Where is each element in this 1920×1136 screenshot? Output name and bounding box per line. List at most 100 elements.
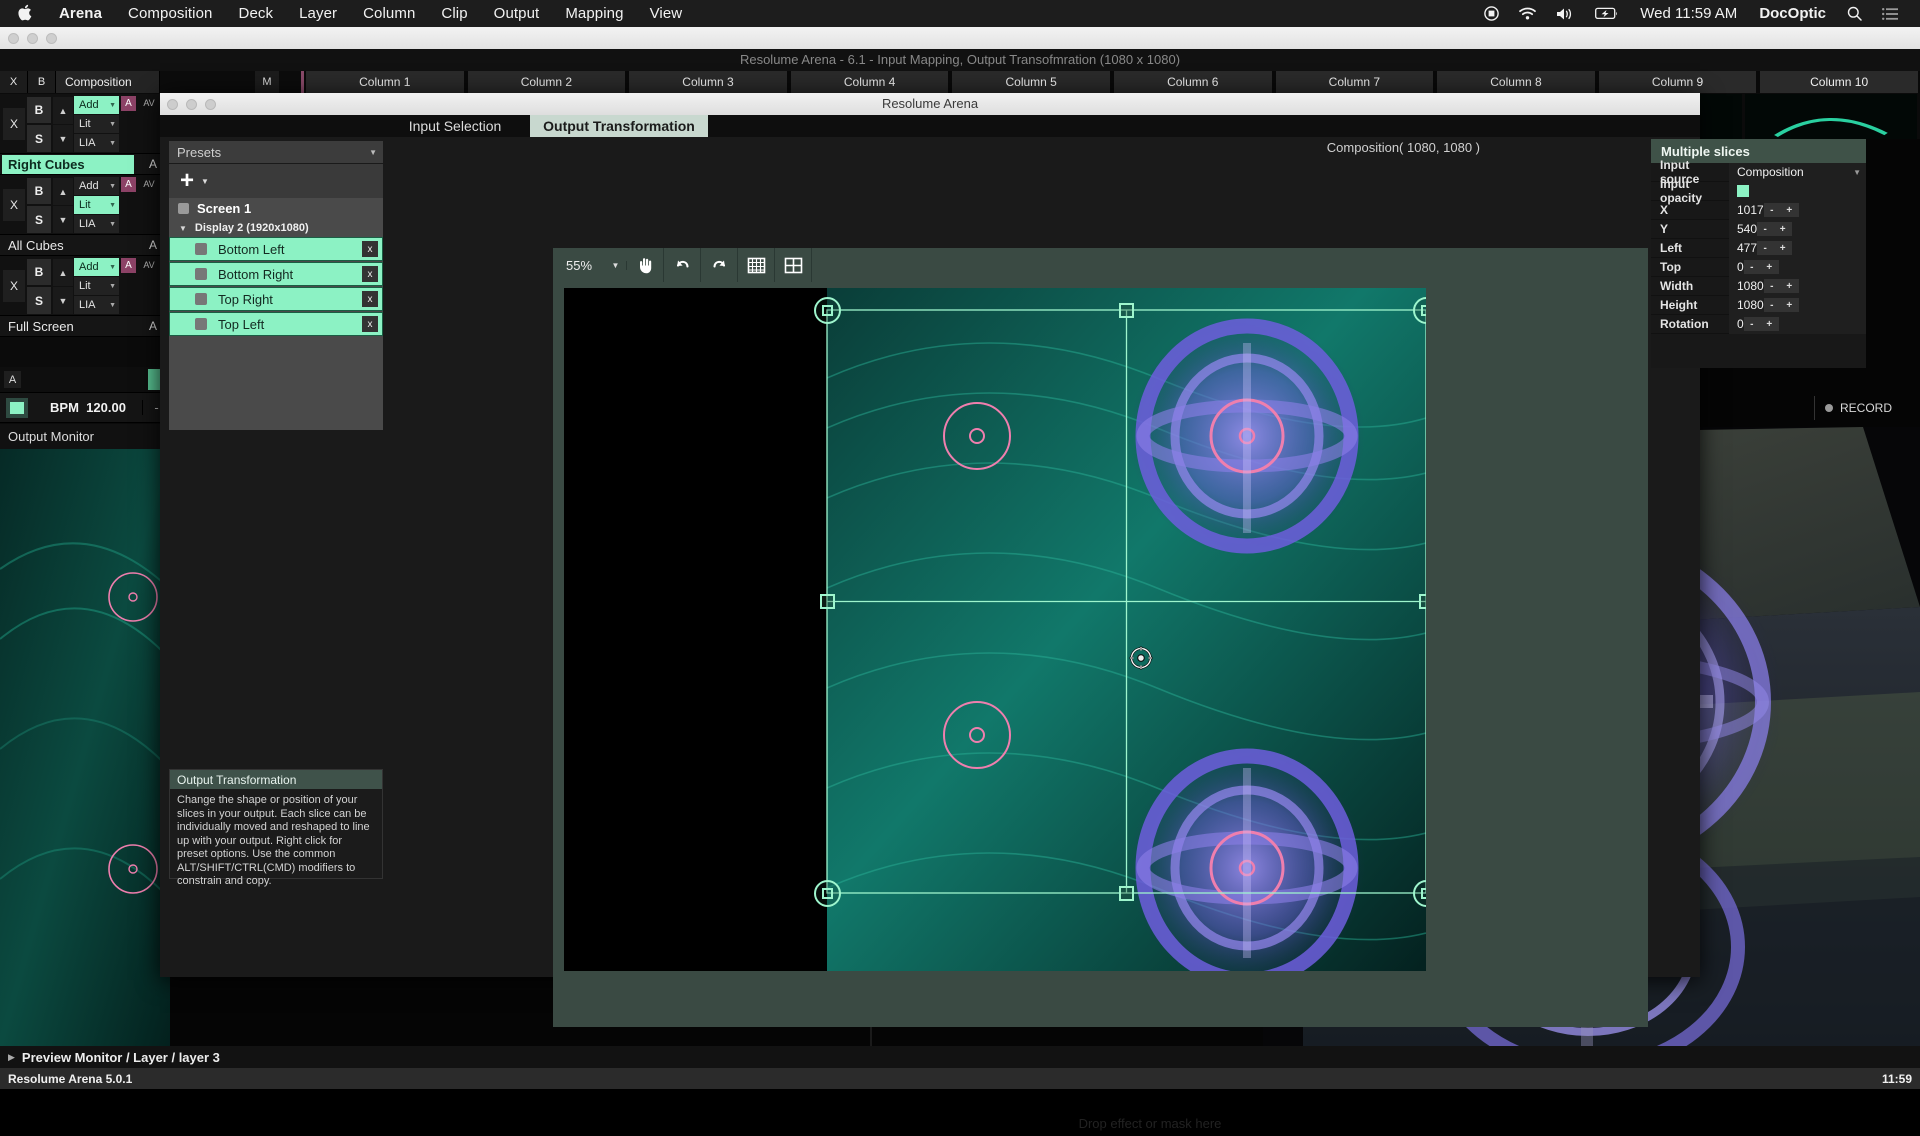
blend-mode-add[interactable]: Add ▼ <box>74 177 119 195</box>
hand-icon[interactable] <box>627 248 664 282</box>
slice-close-button[interactable]: x <box>362 241 378 257</box>
opacity-swatch[interactable] <box>1737 185 1749 197</box>
comp-x-button[interactable]: X <box>0 71 28 93</box>
layer-x-button[interactable]: X <box>3 189 25 221</box>
master-a-button[interactable]: A <box>4 371 21 388</box>
slice-corner-handle-bottom-left[interactable] <box>814 880 841 907</box>
menu-column[interactable]: Column <box>350 5 428 22</box>
maximize-icon[interactable] <box>46 33 57 44</box>
input-source-dropdown[interactable]: Composition ▼ <box>1729 162 1866 182</box>
rotation-value-field[interactable]: 0 - + <box>1729 314 1866 334</box>
y-value-field[interactable]: 540 - + <box>1729 219 1866 239</box>
presets-dropdown[interactable]: Presets ▼ <box>169 141 383 163</box>
blend-mode-lit[interactable]: Lit ▼ <box>74 277 119 295</box>
search-icon[interactable] <box>1837 6 1872 21</box>
x-stepper[interactable]: - + <box>1763 203 1799 217</box>
output-monitor-preview[interactable] <box>0 449 170 1046</box>
record-button[interactable]: RECORD <box>1814 396 1910 420</box>
slice-close-button[interactable]: x <box>362 316 378 332</box>
layer-bypass-button[interactable]: B <box>27 178 51 205</box>
top-stepper[interactable]: - + <box>1743 260 1779 274</box>
layer-av-button[interactable]: AV <box>138 177 160 190</box>
layer-solo-button[interactable]: S <box>27 125 51 152</box>
stepper-plus[interactable]: + <box>1786 300 1792 311</box>
layer-up-icon[interactable]: ▲ <box>53 97 73 124</box>
slice-edge-handle-top[interactable] <box>1119 303 1134 318</box>
blend-mode-lia[interactable]: LIA ▼ <box>74 215 119 233</box>
x-value-field[interactable]: 1017 - + <box>1729 200 1866 220</box>
stepper-minus[interactable]: - <box>1770 281 1773 292</box>
chevron-down-icon[interactable]: ▼ <box>201 177 209 186</box>
column-button-5[interactable]: Column 5 <box>952 71 1110 93</box>
blend-mode-add[interactable]: Add ▼ <box>74 258 119 276</box>
width-value-field[interactable]: 1080 - + <box>1729 276 1866 296</box>
height-stepper[interactable]: - + <box>1763 298 1799 312</box>
menu-arena[interactable]: Arena <box>46 5 115 22</box>
expand-triangle-icon[interactable]: ▶ <box>8 1052 15 1063</box>
layer-up-icon[interactable]: ▲ <box>53 178 73 205</box>
tab-input-selection[interactable]: Input Selection <box>388 115 522 137</box>
slice-item-bottom-right[interactable]: Bottom Right x <box>169 262 383 286</box>
blend-mode-lia[interactable]: LIA ▼ <box>74 296 119 314</box>
slice-close-button[interactable]: x <box>362 291 378 307</box>
slice-edge-handle-bottom[interactable] <box>1119 886 1134 901</box>
menu-layer[interactable]: Layer <box>286 5 350 22</box>
column-button-4[interactable]: Column 4 <box>790 71 949 93</box>
menu-deck[interactable]: Deck <box>226 5 287 22</box>
undo-icon[interactable] <box>664 248 701 282</box>
column-button-7[interactable]: Column 7 <box>1275 71 1434 93</box>
composition-label[interactable]: Composition <box>56 71 160 93</box>
layer-down-icon[interactable]: ▼ <box>53 206 73 233</box>
layer-a-button[interactable]: A <box>121 177 136 192</box>
preview-monitor-bar[interactable]: ▶ Preview Monitor / Layer / layer 3 <box>0 1046 1920 1068</box>
slice-toggle-icon[interactable] <box>195 243 207 255</box>
column-button-10[interactable]: Column 10 <box>1760 71 1918 93</box>
minimize-icon[interactable] <box>27 33 38 44</box>
volume-icon[interactable] <box>1546 7 1585 21</box>
layer-solo-button[interactable]: S <box>27 206 51 233</box>
menu-clock[interactable]: Wed 11:59 AM <box>1629 5 1748 22</box>
stepper-minus[interactable]: - <box>1750 319 1753 330</box>
bpm-value[interactable]: BPM 120.00 <box>34 400 142 415</box>
layer-up-icon[interactable]: ▲ <box>53 259 73 286</box>
tab-output-transformation[interactable]: Output Transformation <box>530 115 708 137</box>
menu-output[interactable]: Output <box>481 5 553 22</box>
menu-composition[interactable]: Composition <box>115 5 225 22</box>
top-value-field[interactable]: 0 - + <box>1729 257 1866 277</box>
wifi-icon[interactable] <box>1509 7 1546 20</box>
menu-mapping[interactable]: Mapping <box>552 5 636 22</box>
zoom-level[interactable]: 55% <box>553 258 605 273</box>
battery-charging-icon[interactable] <box>1585 7 1629 20</box>
layer-name-right-cubes[interactable]: Right Cubes <box>2 154 134 174</box>
stepper-minus[interactable]: - <box>1770 205 1773 216</box>
left-value-field[interactable]: 477 - + <box>1729 238 1866 258</box>
slice-item-top-left[interactable]: Top Left x <box>169 312 383 336</box>
slice-edge-handle-right[interactable] <box>1419 594 1426 609</box>
rotation-stepper[interactable]: - + <box>1743 317 1779 331</box>
menu-user[interactable]: DocOptic <box>1748 5 1837 22</box>
width-stepper[interactable]: - + <box>1763 279 1799 293</box>
arena-window-controls[interactable] <box>8 33 57 44</box>
input-opacity-control[interactable] <box>1729 181 1866 201</box>
output-canvas[interactable] <box>553 282 1648 1027</box>
layer-down-icon[interactable]: ▼ <box>53 287 73 314</box>
column-button-6[interactable]: Column 6 <box>1113 71 1272 93</box>
layer-a-button[interactable]: A <box>121 96 136 111</box>
slice-toggle-icon[interactable] <box>195 268 207 280</box>
grid-fine-icon[interactable] <box>738 248 775 282</box>
clip-thumbnail[interactable] <box>1745 94 1917 139</box>
stepper-plus[interactable]: + <box>1780 243 1786 254</box>
left-stepper[interactable]: - + <box>1757 241 1793 255</box>
close-icon[interactable] <box>8 33 19 44</box>
height-value-field[interactable]: 1080 - + <box>1729 295 1866 315</box>
slice-item-top-right[interactable]: Top Right x <box>169 287 383 311</box>
minimize-icon[interactable] <box>186 99 197 110</box>
comp-m-button[interactable]: M <box>255 71 279 93</box>
layer-x-button[interactable]: X <box>3 108 25 140</box>
blend-mode-lit[interactable]: Lit ▼ <box>74 196 119 214</box>
menu-clip[interactable]: Clip <box>428 5 480 22</box>
dialog-window-controls[interactable] <box>167 99 216 110</box>
slice-edge-handle-left[interactable] <box>820 594 835 609</box>
layer-name-all-cubes[interactable]: All Cubes <box>2 236 134 255</box>
redo-icon[interactable] <box>701 248 738 282</box>
